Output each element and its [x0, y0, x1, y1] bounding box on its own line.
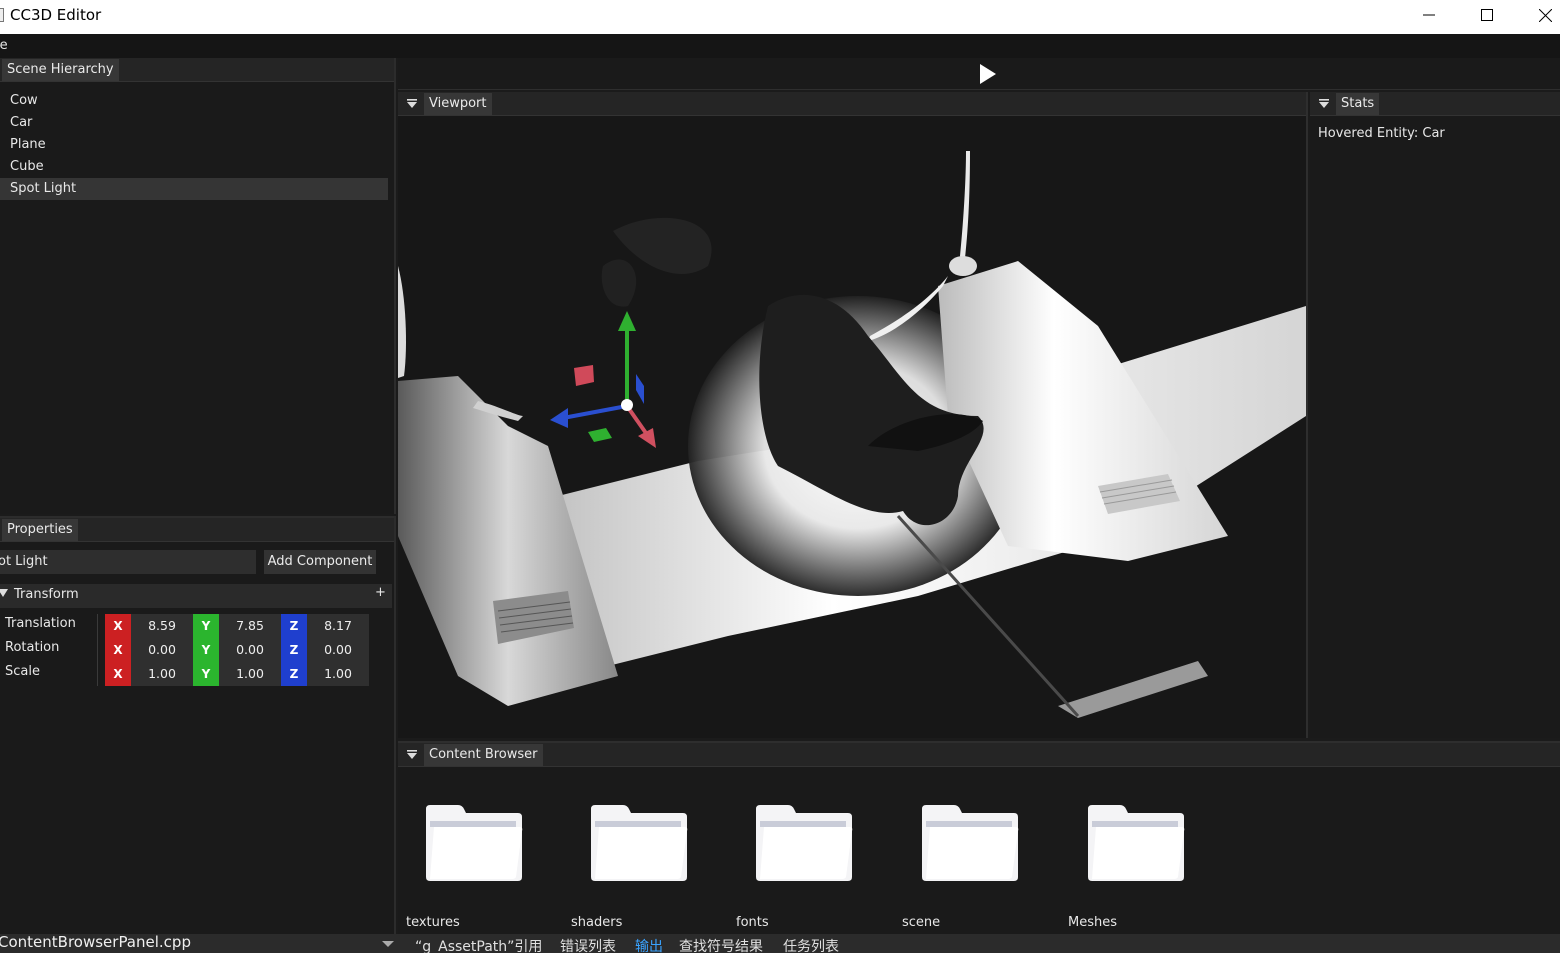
z-reset-button[interactable]: Z — [281, 614, 307, 638]
hierarchy-item[interactable]: Cube — [0, 156, 388, 178]
ide-bottom-bar: ContentBrowserPanel.cpp “g_AssetPath”引用 错… — [0, 933, 1560, 953]
hierarchy-item[interactable]: Car — [0, 112, 388, 134]
folder-label: textures — [406, 915, 460, 930]
x-value-field[interactable]: 1.00 — [131, 662, 193, 686]
y-value-field[interactable]: 0.00 — [219, 638, 281, 662]
app-icon — [0, 8, 4, 22]
y-reset-button[interactable]: Y — [193, 638, 219, 662]
property-label: Translation — [5, 616, 76, 631]
maximize-button[interactable] — [1458, 0, 1516, 30]
hierarchy-item[interactable]: Plane — [0, 134, 388, 156]
y-value-field[interactable]: 1.00 — [219, 662, 281, 686]
y-reset-button[interactable]: Y — [193, 614, 219, 638]
folder-label: fonts — [736, 915, 769, 930]
properties-panel: Properties ot Light Add Component Transf… — [0, 516, 396, 934]
menubar: le — [0, 34, 1560, 58]
ide-tab[interactable]: 输出 — [635, 936, 663, 953]
y-reset-button[interactable]: Y — [193, 662, 219, 686]
z-reset-button[interactable]: Z — [281, 638, 307, 662]
open-file-name[interactable]: ContentBrowserPanel.cpp — [0, 933, 191, 951]
ide-tab[interactable]: 任务列表 — [783, 936, 839, 953]
scene-render — [398, 116, 1306, 738]
ide-tab[interactable]: 错误列表 — [560, 936, 616, 953]
x-reset-button[interactable]: X — [105, 638, 131, 662]
folder-label: scene — [902, 915, 941, 930]
tab-viewport[interactable]: Viewport — [424, 93, 492, 115]
dropdown-arrow-icon[interactable] — [382, 941, 394, 947]
property-label: Scale — [5, 664, 40, 679]
folder-icon — [756, 805, 853, 881]
dock-menu-icon[interactable] — [406, 98, 418, 110]
folder-icon — [591, 805, 688, 881]
hierarchy-item[interactable]: Cow — [0, 90, 388, 112]
content-browser-panel: Content Browser textures shaders fonts scen… — [398, 741, 1560, 934]
toolbar — [398, 58, 1560, 90]
z-value-field[interactable]: 1.00 — [307, 662, 369, 686]
dock-menu-icon[interactable] — [1318, 98, 1330, 110]
tab-content-browser[interactable]: Content Browser — [424, 744, 543, 766]
content-tabbar: Content Browser — [398, 743, 1560, 767]
properties-tabbar: Properties — [0, 518, 394, 542]
ide-tab[interactable]: 查找符号结果 — [679, 936, 763, 953]
tab-stats[interactable]: Stats — [1336, 93, 1380, 115]
z-reset-button[interactable]: Z — [281, 662, 307, 686]
ide-tab[interactable]: “g_AssetPath”引用 — [415, 936, 542, 953]
property-label: Rotation — [5, 640, 60, 655]
folder-label: shaders — [571, 915, 623, 930]
z-value-field[interactable]: 8.17 — [307, 614, 369, 638]
transform-header[interactable]: Transform + — [0, 584, 392, 608]
x-reset-button[interactable]: X — [105, 662, 131, 686]
hierarchy-item[interactable]: Spot Light — [0, 178, 388, 200]
viewport-canvas[interactable] — [398, 116, 1306, 738]
close-icon — [1538, 8, 1552, 22]
scene-hierarchy-panel: Scene Hierarchy Cow Car Plane Cube Spot Ligh… — [0, 58, 396, 514]
window-titlebar: CC3D Editor — [0, 0, 1560, 34]
entity-name-input[interactable]: ot Light — [0, 550, 256, 574]
hierarchy-tabbar: Scene Hierarchy — [0, 58, 394, 82]
close-button[interactable] — [1516, 0, 1560, 30]
maximize-icon — [1481, 9, 1493, 21]
menu-file[interactable]: le — [0, 38, 8, 53]
hovered-entity-text: Hovered Entity: Car — [1318, 126, 1445, 141]
stats-tabbar: Stats — [1310, 92, 1560, 116]
x-value-field[interactable]: 0.00 — [131, 638, 193, 662]
play-icon[interactable] — [978, 64, 998, 84]
folder-label: Meshes — [1068, 915, 1117, 930]
viewport-tabbar: Viewport — [398, 92, 1306, 116]
window-title: CC3D Editor — [10, 6, 102, 24]
x-reset-button[interactable]: X — [105, 614, 131, 638]
y-value-field[interactable]: 7.85 — [219, 614, 281, 638]
tab-scene-hierarchy[interactable]: Scene Hierarchy — [2, 59, 119, 81]
z-value-field[interactable]: 0.00 — [307, 638, 369, 662]
x-value-field[interactable]: 8.59 — [131, 614, 193, 638]
hierarchy-list: Cow Car Plane Cube Spot Light — [0, 90, 388, 200]
transform-label: Transform — [14, 587, 79, 602]
viewport-panel: Viewport — [398, 92, 1308, 738]
add-component-button[interactable]: Add Component — [264, 550, 376, 574]
minimize-icon — [1423, 14, 1435, 16]
folder-icon — [922, 805, 1019, 881]
property-row-scale: Scale X 1.00 Y 1.00 Z 1.00 — [0, 662, 392, 686]
property-row-translation: Translation X 8.59 Y 7.85 Z 8.17 — [0, 614, 392, 638]
folder-icon — [426, 805, 523, 881]
transform-settings-button[interactable]: + — [375, 585, 386, 600]
stats-panel: Stats Hovered Entity: Car — [1310, 92, 1560, 738]
collapse-triangle-icon — [0, 589, 8, 597]
tab-properties[interactable]: Properties — [2, 519, 78, 541]
minimize-button[interactable] — [1400, 0, 1458, 30]
folder-icon — [1088, 805, 1185, 881]
property-row-rotation: Rotation X 0.00 Y 0.00 Z 0.00 — [0, 638, 392, 662]
dock-menu-icon[interactable] — [406, 749, 418, 761]
